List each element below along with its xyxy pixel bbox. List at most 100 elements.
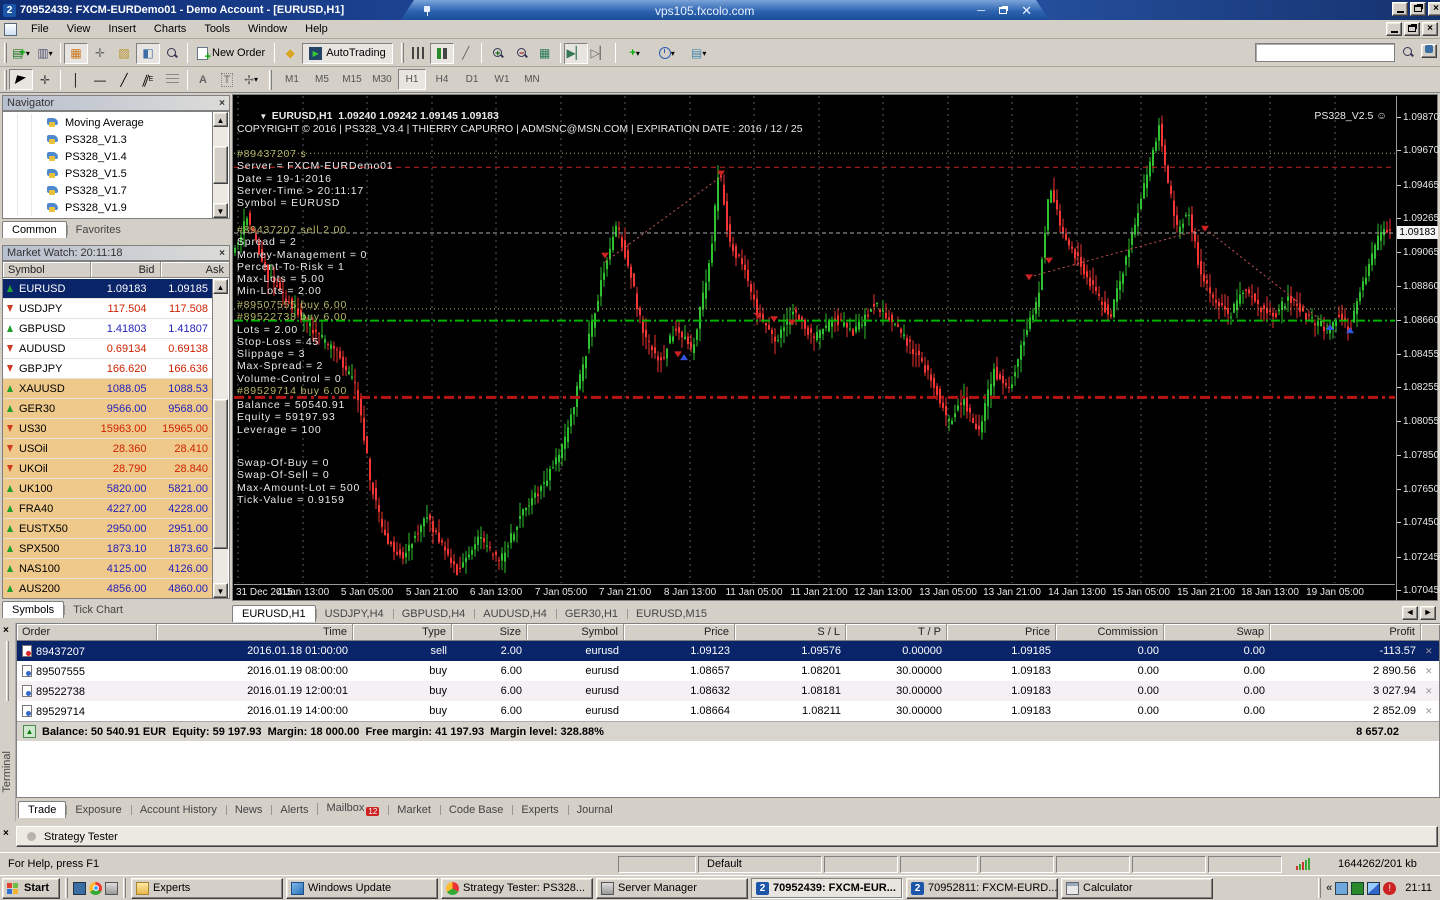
strategy-tester-label[interactable]: Strategy Tester [44, 831, 118, 843]
navigator-item[interactable]: PS328_V1.5 [3, 165, 211, 182]
menu-insert[interactable]: Insert [100, 21, 144, 37]
close-order-icon[interactable]: ✕ [1421, 706, 1440, 717]
taskbar-button[interactable]: Calculator [1061, 878, 1213, 899]
tile-windows-button[interactable]: ▦ [533, 43, 557, 64]
terminal-tab-account-history[interactable]: Account History [131, 802, 226, 818]
menu-charts[interactable]: Charts [146, 21, 194, 37]
scroll-thumb[interactable] [213, 146, 228, 184]
chart-shift-button[interactable]: ▷▏ [588, 43, 612, 64]
market-watch-row[interactable]: UKOil28.79028.840 [3, 459, 214, 479]
terminal-tab-news[interactable]: News [226, 802, 272, 818]
market-watch-row[interactable]: US3015963.0015965.00 [3, 419, 214, 439]
terminal-close-icon[interactable]: × [3, 625, 9, 636]
terminal-column-symbol[interactable]: Symbol [527, 624, 624, 640]
tab-tick-chart[interactable]: Tick Chart [64, 602, 132, 618]
channel-button[interactable]: ∥E [136, 69, 160, 90]
chart-restore-button[interactable] [1404, 22, 1420, 36]
order-row[interactable]: 895297142016.01.19 14:00:00buy6.00eurusd… [17, 701, 1439, 721]
menu-window[interactable]: Window [240, 21, 295, 37]
chart-tab-usdjpy-h4[interactable]: USDJPY,H4 [316, 606, 393, 622]
close-order-icon[interactable]: ✕ [1421, 646, 1440, 657]
search-icon[interactable] [1403, 47, 1414, 61]
data-window-button[interactable]: ✛ [88, 43, 112, 64]
column-symbol[interactable]: Symbol [3, 262, 91, 277]
timeframe-h4[interactable]: H4 [428, 69, 456, 90]
navigator-scrollbar[interactable]: ▲ ▼ [212, 112, 228, 218]
terminal-column-sl[interactable]: S / L [735, 624, 846, 640]
taskbar-button[interactable]: 270952811: FXCM-EURD... [906, 878, 1058, 899]
terminal-column-order[interactable]: Order [17, 624, 157, 640]
vertical-line-button[interactable]: │ [64, 69, 88, 90]
terminal-tab-alerts[interactable]: Alerts [271, 802, 317, 818]
terminal-tab-market[interactable]: Market [388, 802, 440, 818]
tab-favorites[interactable]: Favorites [67, 222, 130, 238]
market-watch-row[interactable]: GBPUSD1.418031.41807 [3, 319, 214, 339]
trendline-button[interactable]: ╱ [112, 69, 136, 90]
terminal-tab-trade[interactable]: Trade [18, 801, 66, 818]
auto-scroll-button[interactable]: ▶▏ [564, 43, 588, 64]
tray-chevron-icon[interactable]: « [1326, 882, 1332, 894]
profiles-button[interactable]: ▥▾ [33, 43, 57, 64]
periods-button[interactable]: ▾ [651, 43, 683, 64]
new-order-button[interactable]: + New Order [191, 43, 271, 64]
status-profile[interactable]: Default [698, 856, 822, 873]
menu-view[interactable]: View [59, 21, 99, 37]
terminal-tab-code-base[interactable]: Code Base [440, 802, 512, 818]
arrows-button[interactable]: ✢▾ [239, 69, 263, 90]
terminal-tab-mailbox[interactable]: Mailbox12 [317, 800, 388, 818]
search-input[interactable] [1255, 43, 1395, 62]
tester-close-icon[interactable]: × [3, 828, 9, 839]
tab-symbols[interactable]: Symbols [2, 601, 64, 618]
chart-tab-eurusd-m15[interactable]: EURUSD,M15 [627, 606, 716, 622]
terminal-tab-journal[interactable]: Journal [568, 802, 622, 818]
terminal-tab-exposure[interactable]: Exposure [66, 802, 130, 818]
menu-help[interactable]: Help [297, 21, 336, 37]
timeframe-m15[interactable]: M15 [338, 69, 366, 90]
order-row[interactable]: 894372072016.01.18 01:00:00sell2.00eurus… [17, 641, 1439, 661]
timeframe-m30[interactable]: M30 [368, 69, 396, 90]
column-bid[interactable]: Bid [91, 262, 161, 277]
terminal-column-type[interactable]: Type [353, 624, 452, 640]
market-watch-row[interactable]: EURUSD1.091831.09185 [3, 279, 214, 299]
app-restore-button[interactable] [1410, 2, 1426, 16]
terminal-column-tp[interactable]: T / P [846, 624, 947, 640]
market-watch-row[interactable]: AUS2004856.004860.00 [3, 579, 214, 599]
navigator-item[interactable]: PS328_V1.7 [3, 182, 211, 199]
market-watch-row[interactable]: GBPJPY166.620166.636 [3, 359, 214, 379]
tabs-scroll-left-icon[interactable]: ◄ [1402, 606, 1418, 620]
market-watch-row[interactable]: EUSTX502950.002951.00 [3, 519, 214, 539]
cursor-button[interactable]: ◤ [9, 69, 33, 90]
bar-chart-button[interactable] [406, 43, 430, 64]
indicators-button[interactable]: +▾ [619, 43, 651, 64]
chart-tab-eurusd-h1[interactable]: EURUSD,H1 [232, 605, 316, 622]
templates-button[interactable]: ▤▾ [683, 43, 715, 64]
terminal-tab-experts[interactable]: Experts [512, 802, 567, 818]
rdp-restore-button[interactable] [999, 5, 1007, 17]
metaeditor-button[interactable]: ◆ [278, 43, 302, 64]
zoom-out-button[interactable]: − [509, 43, 533, 64]
market-watch-row[interactable]: NAS1004125.004126.00 [3, 559, 214, 579]
tab-common[interactable]: Common [2, 221, 67, 238]
terminal-button[interactable]: ◧ [136, 43, 160, 64]
text-button[interactable]: A [191, 69, 215, 90]
market-watch-row[interactable]: USOil28.36028.410 [3, 439, 214, 459]
fibonacci-button[interactable] [160, 69, 184, 90]
new-chart-button[interactable]: ▤+▾ [9, 43, 33, 64]
timeframe-mn[interactable]: MN [518, 69, 546, 90]
tabs-scroll-right-icon[interactable]: ► [1420, 606, 1436, 620]
autotrading-button[interactable]: ▶ AutoTrading [302, 43, 393, 64]
scroll-down-icon[interactable]: ▼ [213, 203, 228, 218]
tray-network-icon[interactable] [1367, 882, 1380, 895]
browser-icon[interactable] [89, 882, 102, 895]
timeframe-w1[interactable]: W1 [488, 69, 516, 90]
timeframe-m1[interactable]: M1 [278, 69, 306, 90]
chart-tab-ger30-h1[interactable]: GER30,H1 [556, 606, 627, 622]
chart-plot[interactable]: ▼ EURUSD,H1 1.09240 1.09242 1.09145 1.09… [234, 96, 1395, 583]
market-watch-row[interactable]: AUDUSD0.691340.69138 [3, 339, 214, 359]
navigator-button[interactable]: ▨ [112, 43, 136, 64]
terminal-column-size[interactable]: Size [452, 624, 527, 640]
taskbar-button[interactable]: Experts [131, 878, 283, 899]
scroll-up-icon[interactable]: ▲ [213, 279, 228, 294]
chart-tab-audusd-h4[interactable]: AUDUSD,H4 [474, 606, 556, 622]
chart-window-icon[interactable] [4, 23, 17, 36]
